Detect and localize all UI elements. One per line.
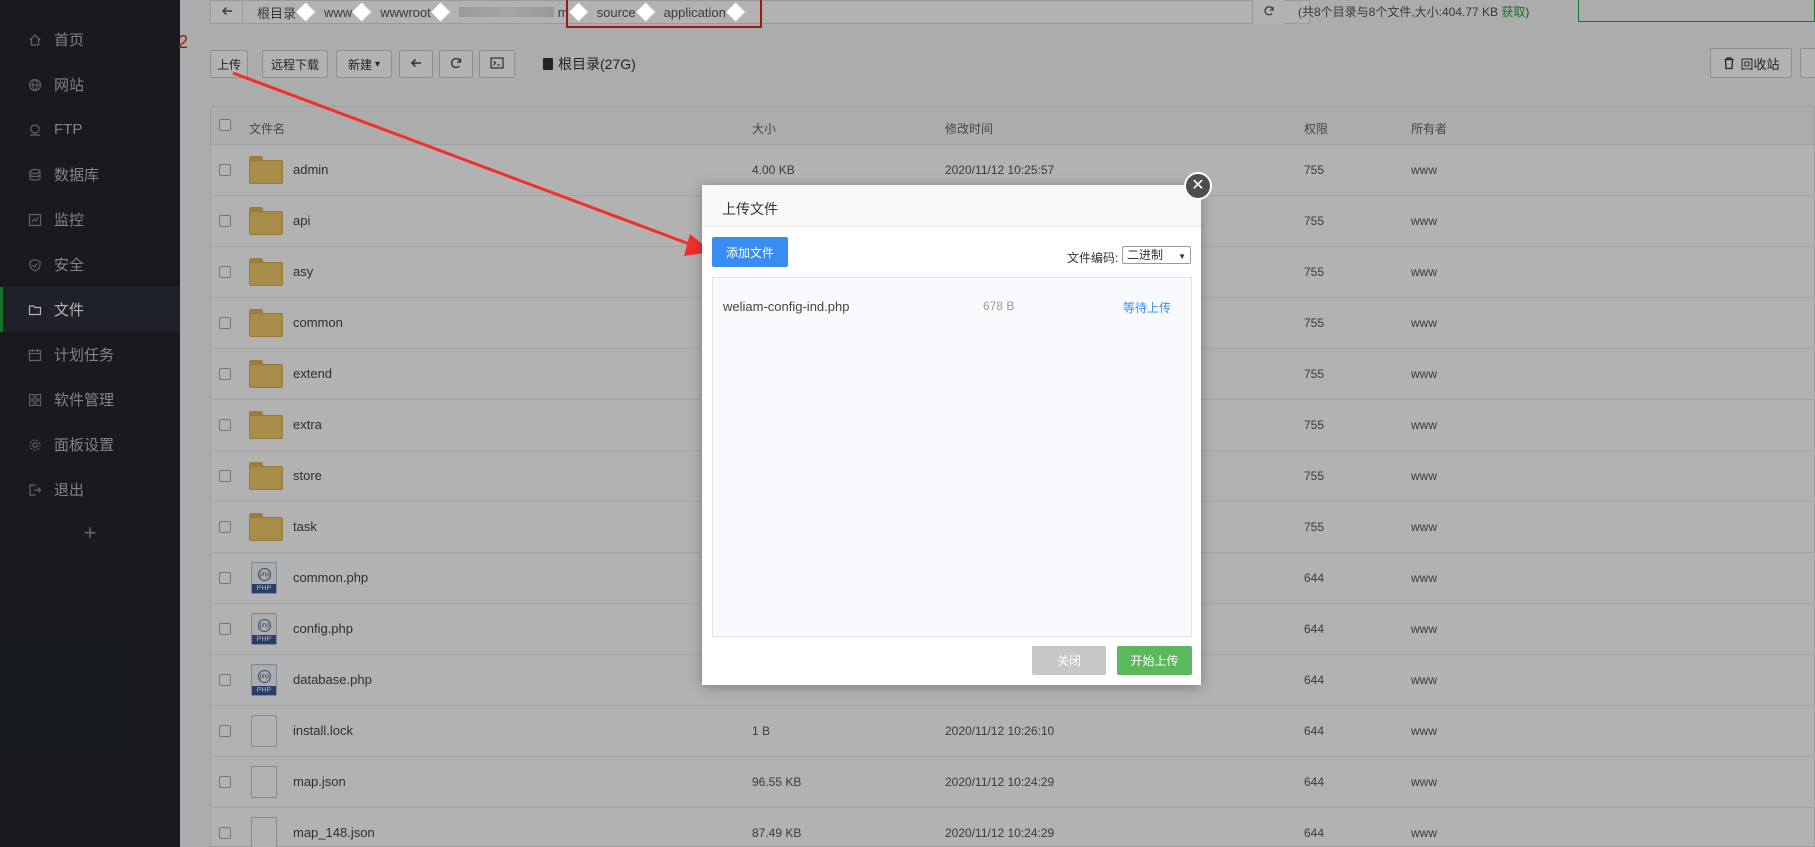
add-file-button[interactable]: 添加文件 <box>712 237 788 267</box>
start-upload-button[interactable]: 开始上传 <box>1117 646 1192 675</box>
encoding-label: 文件编码: <box>1067 251 1119 265</box>
upload-file-list: weliam-config-ind.php 678 B 等待上传 <box>712 277 1192 637</box>
upload-file-size: 678 B <box>983 299 1015 313</box>
upload-file-status: 等待上传 <box>1123 301 1172 315</box>
dialog-close-button[interactable]: ✕ <box>1184 172 1212 200</box>
close-icon: ✕ <box>1191 177 1205 194</box>
encoding-select[interactable]: 二进制 <box>1122 246 1191 265</box>
dialog-header: 上传文件 <box>702 185 1201 227</box>
dialog-title: 上传文件 <box>722 201 778 217</box>
encoding-selected-value: 二进制 <box>1127 248 1164 262</box>
close-button[interactable]: 关闭 <box>1032 646 1106 675</box>
upload-dialog: 上传文件 添加文件 文件编码: 二进制 weliam-config-ind.ph… <box>702 185 1201 685</box>
upload-file-name: weliam-config-ind.php <box>723 299 850 314</box>
